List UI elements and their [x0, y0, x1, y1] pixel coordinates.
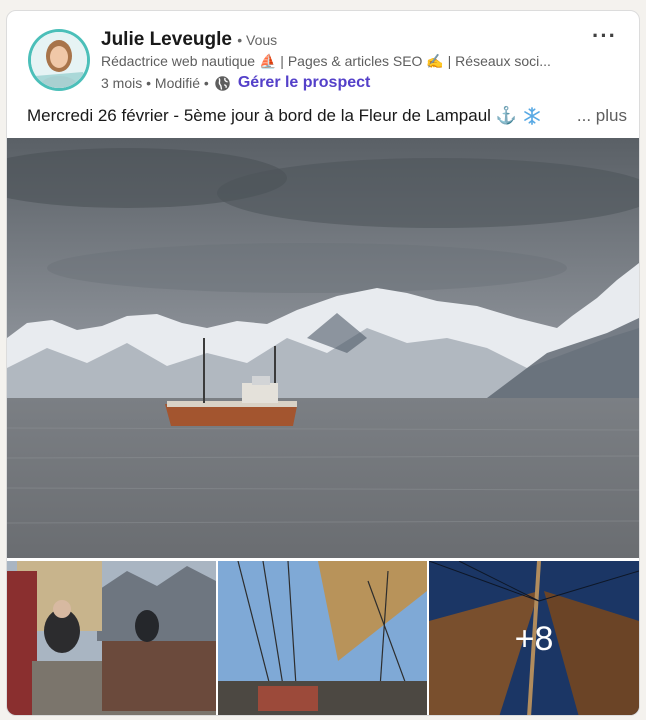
author-headline: Rédactrice web nautique ⛵ | Pages & arti… [101, 53, 551, 69]
manage-prospect-link[interactable]: Gérer le prospect [238, 74, 371, 92]
post-text-row: Mercredi 26 février - 5ème jour à bord d… [27, 106, 627, 126]
ellipsis-icon[interactable]: ··· [592, 25, 617, 47]
post-meta: 3 mois • Modifié • Gérer le prospect [101, 74, 370, 92]
main-photo[interactable] [7, 138, 639, 558]
globe-icon [215, 75, 230, 91]
post-text: Mercredi 26 février - 5ème jour à bord d… [27, 106, 517, 125]
photo-thumbnail-rigging[interactable] [218, 561, 427, 716]
post-time: 3 mois • Modifié • [101, 75, 209, 91]
profile-photo-icon [31, 32, 87, 88]
snowflake-icon [524, 107, 540, 125]
see-more-link[interactable]: ... plus [577, 106, 627, 126]
author-name-row: Julie Leveugle • Vous [101, 29, 277, 51]
you-tag: • Vous [237, 32, 278, 48]
author-name[interactable]: Julie Leveugle [101, 29, 232, 50]
author-avatar[interactable] [28, 29, 90, 91]
post-card: Julie Leveugle • Vous Rédactrice web nau… [6, 10, 640, 716]
photo-thumbnail-deck[interactable] [7, 561, 216, 716]
more-photos-overlay[interactable]: +8 [429, 561, 639, 715]
